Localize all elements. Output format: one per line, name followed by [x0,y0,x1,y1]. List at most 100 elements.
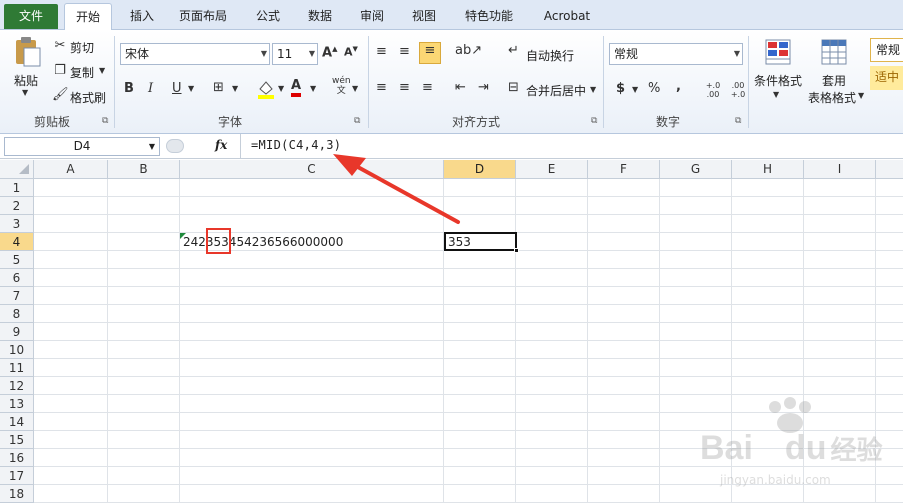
tab-special[interactable]: 特色功能 [458,0,520,30]
row-header-13[interactable]: 13 [0,395,34,413]
merge-center-button[interactable]: 合并后居中 [526,82,586,99]
style-normal[interactable]: 常规 [870,38,903,62]
fill-dropdown-icon[interactable]: ▼ [278,84,284,93]
fill-color-icon[interactable] [256,79,276,103]
align-bottom-icon[interactable]: ≡ [419,42,441,64]
row-header-11[interactable]: 11 [0,359,34,377]
format-table-icon[interactable] [820,38,848,70]
format-table-button[interactable]: 表格格式 [808,89,856,106]
conditional-dropdown-icon[interactable]: ▼ [773,90,779,99]
grow-font-icon[interactable]: A▲ [322,45,337,60]
tab-file[interactable]: 文件 [4,4,58,29]
column-header-a[interactable]: A [34,160,108,179]
row-header-15[interactable]: 15 [0,431,34,449]
cut-button[interactable]: 剪切 [70,39,94,56]
chevron-down-icon[interactable]: ▼ [149,138,155,155]
style-neutral[interactable]: 适中 [870,66,903,90]
decrease-decimal-button[interactable]: .00 +.0 [727,81,749,99]
column-header-c[interactable]: C [180,160,444,179]
decrease-indent-icon[interactable]: ⇤ [455,80,466,95]
column-header-e[interactable]: E [516,160,588,179]
copy-button[interactable]: 复制 [70,64,94,81]
row-header-2[interactable]: 2 [0,197,34,215]
font-size-combo[interactable]: 11 ▼ [272,43,318,65]
worksheet-grid[interactable]: A B C D E F G H I 1 2 3 4 5 6 7 8 9 10 11 12 13 14 15 1… [0,160,903,503]
column-header-h[interactable]: H [732,160,804,179]
select-all-corner[interactable] [0,160,34,179]
border-dropdown-icon[interactable]: ▼ [232,84,238,93]
underline-dropdown-icon[interactable]: ▼ [188,84,194,93]
cell-d4-selected[interactable]: 353 [444,232,519,253]
tab-data[interactable]: 数据 [302,0,338,30]
border-icon[interactable]: ⊞ [213,80,224,95]
align-left-icon[interactable]: ≡ [376,80,387,95]
name-box[interactable]: D4 ▼ [4,137,160,156]
underline-icon[interactable]: U [172,81,182,96]
align-middle-icon[interactable]: ≡ [399,44,410,59]
alignment-launcher-icon[interactable]: ⧉ [591,116,597,126]
phonetic-dropdown-icon[interactable]: ▼ [352,84,358,93]
name-box-splitter[interactable] [166,139,184,153]
row-header-12[interactable]: 12 [0,377,34,395]
increase-decimal-button[interactable]: +.0 .00 [702,81,724,99]
conditional-format-icon[interactable] [764,38,792,70]
row-header-3[interactable]: 3 [0,215,34,233]
paste-icon[interactable] [12,36,42,67]
currency-button[interactable]: $ [616,81,625,96]
column-header-f[interactable]: F [588,160,660,179]
merge-center-icon[interactable]: ⊟ [508,80,519,95]
conditional-format-button[interactable]: 条件格式 [754,72,802,89]
orientation-icon[interactable]: ab↗ [455,43,482,58]
shrink-font-icon[interactable]: A▼ [344,45,358,59]
format-table-label[interactable]: 套用 [822,72,846,89]
tab-page-layout[interactable]: 页面布局 [174,0,232,30]
formula-input[interactable]: =MID(C4,4,3) [251,138,341,152]
tab-insert[interactable]: 插入 [124,0,160,30]
tab-view[interactable]: 视图 [406,0,442,30]
row-header-18[interactable]: 18 [0,485,34,503]
comma-button[interactable]: , [676,79,681,94]
percent-button[interactable]: % [648,81,660,96]
insert-function-icon[interactable]: fx [215,138,227,152]
format-painter-icon[interactable]: 🖌 [52,87,69,102]
font-color-icon[interactable]: A [291,79,302,97]
merge-dropdown-icon[interactable]: ▼ [590,85,596,94]
font-launcher-icon[interactable]: ⧉ [354,116,360,126]
phonetic-icon[interactable]: wén 文 [332,76,351,96]
paste-dropdown-icon[interactable]: ▼ [22,88,28,97]
row-header-16[interactable]: 16 [0,449,34,467]
copy-dropdown-icon[interactable]: ▼ [99,66,105,75]
paste-button[interactable]: 粘贴 [14,72,38,89]
number-launcher-icon[interactable]: ⧉ [735,116,741,126]
row-header-1[interactable]: 1 [0,179,34,197]
number-format-combo[interactable]: 常规 ▼ [609,43,743,65]
row-header-5[interactable]: 5 [0,251,34,269]
font-color-dropdown-icon[interactable]: ▼ [310,84,316,93]
row-header-14[interactable]: 14 [0,413,34,431]
tab-home[interactable]: 开始 [64,3,112,31]
align-right-icon[interactable]: ≡ [422,80,433,95]
column-header-d[interactable]: D [444,160,516,179]
tab-review[interactable]: 审阅 [354,0,390,30]
row-header-7[interactable]: 7 [0,287,34,305]
format-table-dropdown-icon[interactable]: ▼ [858,91,864,100]
align-center-icon[interactable]: ≡ [399,80,410,95]
row-header-10[interactable]: 10 [0,341,34,359]
cut-icon[interactable]: ✂ [52,38,68,53]
fill-handle[interactable] [514,248,519,253]
increase-indent-icon[interactable]: ⇥ [478,80,489,95]
column-header-b[interactable]: B [108,160,180,179]
tab-acrobat[interactable]: Acrobat [538,0,596,30]
wrap-text-button[interactable]: 自动换行 [526,47,574,64]
clipboard-launcher-icon[interactable]: ⧉ [102,116,108,126]
italic-icon[interactable]: I [148,81,153,96]
font-name-combo[interactable]: 宋体 ▼ [120,43,270,65]
row-header-8[interactable]: 8 [0,305,34,323]
align-top-icon[interactable]: ≡ [376,44,387,59]
row-header-4[interactable]: 4 [0,233,34,251]
format-painter-button[interactable]: 格式刷 [70,89,106,106]
tab-formulas[interactable]: 公式 [250,0,286,30]
row-header-17[interactable]: 17 [0,467,34,485]
bold-icon[interactable]: B [124,81,134,96]
column-header-g[interactable]: G [660,160,732,179]
